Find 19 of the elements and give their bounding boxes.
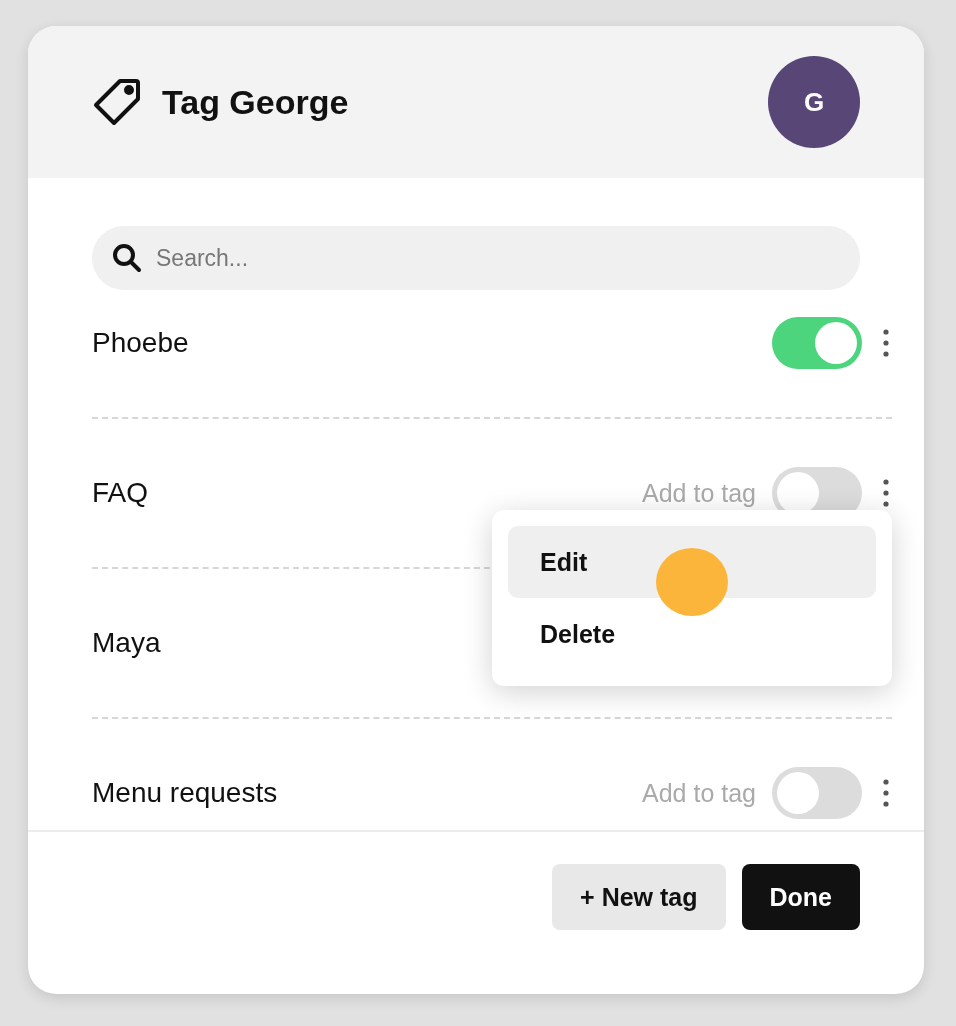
more-icon[interactable] <box>880 328 892 358</box>
dialog-title: Tag George <box>162 82 350 122</box>
add-to-tag-label: Add to tag <box>642 478 756 508</box>
tag-name: Phoebe <box>92 327 189 359</box>
toggle-switch[interactable] <box>772 767 862 819</box>
tag-name: FAQ <box>92 477 148 509</box>
new-tag-button[interactable]: + New tag <box>552 864 726 930</box>
more-icon[interactable] <box>880 778 892 808</box>
tag-icon <box>92 77 142 127</box>
avatar: G <box>768 56 860 148</box>
add-to-tag-label: Add to tag <box>642 778 756 808</box>
done-button[interactable]: Done <box>741 864 860 930</box>
search-field[interactable]: Search... <box>92 226 860 290</box>
tag-name: Menu requests <box>92 777 278 809</box>
toggle-switch[interactable] <box>772 317 862 369</box>
more-icon[interactable] <box>880 478 892 508</box>
tag-name: Maya <box>92 627 161 659</box>
search-icon <box>112 243 142 273</box>
menu-item[interactable]: Delete <box>508 598 876 670</box>
